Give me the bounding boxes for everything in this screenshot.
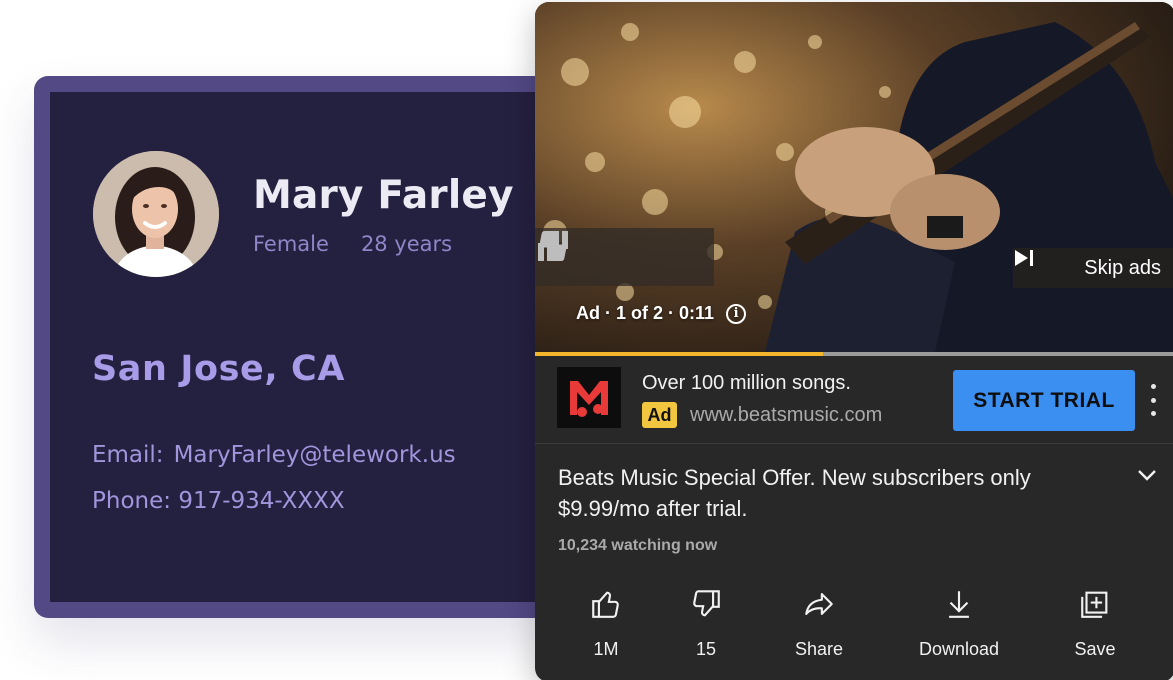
phone-label: Phone: bbox=[92, 488, 171, 514]
thumbs-down-icon[interactable] bbox=[535, 228, 571, 264]
skip-ads-button[interactable]: Skip ads bbox=[1013, 248, 1173, 288]
like-count: 1M bbox=[593, 639, 619, 659]
person-age: 28 years bbox=[360, 232, 453, 256]
person-city: San Jose, CA bbox=[92, 349, 346, 389]
dislike-count: 15 bbox=[695, 639, 717, 659]
profile-card: Mary Farley Female 28 years San Jose, CA… bbox=[34, 76, 554, 618]
beats-music-logo[interactable] bbox=[557, 367, 621, 428]
contact-phone: Phone: 917-934-XXXX bbox=[92, 488, 345, 514]
save-label: Save bbox=[1074, 639, 1116, 659]
phone-value[interactable]: 917-934-XXXX bbox=[178, 488, 344, 514]
more-options-icon[interactable] bbox=[1146, 384, 1160, 416]
thumbs-down-icon bbox=[693, 590, 720, 617]
email-value[interactable]: MaryFarley@telework.us bbox=[174, 442, 456, 468]
person-name: Mary Farley bbox=[253, 173, 514, 218]
dislike-button[interactable]: 15 bbox=[651, 587, 761, 660]
ad-rating-box bbox=[535, 228, 714, 286]
watching-count: 10,234 watching now bbox=[558, 537, 718, 554]
video-player[interactable]: Skip ads Ad · 1 of 2 · 0:11 i bbox=[535, 2, 1173, 352]
avatar bbox=[93, 151, 219, 277]
action-bar: 1M 15 Share Download Save bbox=[535, 587, 1173, 660]
person-gender: Female bbox=[253, 232, 329, 256]
ad-row: Over 100 million songs. Ad www.beatsmusi… bbox=[535, 356, 1173, 444]
download-label: Download bbox=[918, 639, 1000, 659]
download-button[interactable]: Download bbox=[904, 587, 1014, 660]
video-frame bbox=[535, 2, 1173, 352]
music-note-logo-icon bbox=[570, 380, 608, 417]
profile-card-body: Mary Farley Female 28 years San Jose, CA… bbox=[50, 92, 554, 602]
like-button[interactable]: 1M bbox=[551, 587, 661, 660]
share-arrow-icon bbox=[805, 593, 833, 615]
video-ad-panel: Skip ads Ad · 1 of 2 · 0:11 i Over 100 m… bbox=[535, 2, 1173, 680]
ad-info-text: Ad · 1 of 2 · 0:11 bbox=[576, 303, 715, 323]
chevron-down-icon[interactable] bbox=[1137, 468, 1157, 482]
ad-badge: Ad bbox=[642, 402, 677, 428]
skip-next-icon bbox=[1015, 250, 1033, 266]
ad-info: Ad · 1 of 2 · 0:11 i bbox=[576, 303, 747, 324]
video-description: Beats Music Special Offer. New subscribe… bbox=[558, 465, 1031, 521]
thumbs-up-icon bbox=[592, 591, 619, 618]
ad-url[interactable]: www.beatsmusic.com bbox=[690, 404, 882, 427]
person-meta: Female 28 years bbox=[253, 232, 452, 256]
email-label: Email: bbox=[92, 442, 164, 468]
save-button[interactable]: Save bbox=[1040, 587, 1150, 660]
download-icon bbox=[949, 591, 969, 618]
skip-ads-label: Skip ads bbox=[1084, 256, 1161, 279]
contact-email: Email: MaryFarley@telework.us bbox=[92, 442, 456, 468]
share-label: Share bbox=[794, 639, 844, 659]
start-trial-button[interactable]: START TRIAL bbox=[953, 370, 1135, 431]
add-to-playlist-icon bbox=[1081, 591, 1108, 618]
share-button[interactable]: Share bbox=[764, 587, 874, 660]
info-icon[interactable]: i bbox=[726, 303, 747, 324]
ad-headline[interactable]: Over 100 million songs. bbox=[642, 372, 851, 395]
